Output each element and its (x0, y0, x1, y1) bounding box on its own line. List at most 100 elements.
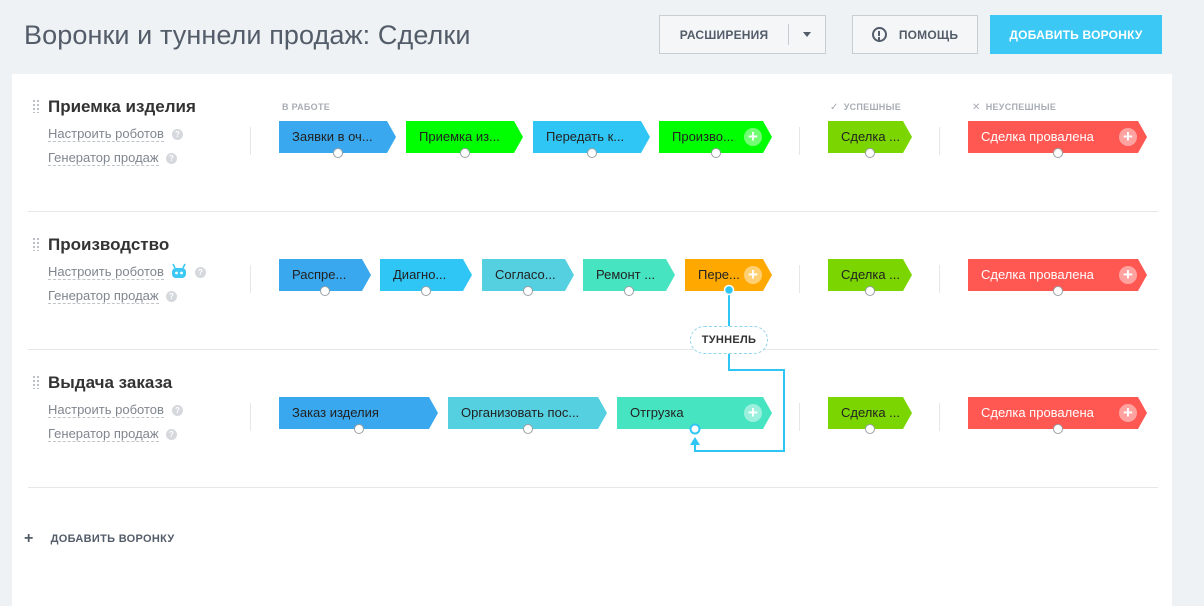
help-icon[interactable]: ? (166, 291, 177, 302)
funnel-row: Производство Настроить роботов ? Генерат… (12, 212, 1172, 350)
funnel-row: Выдача заказа Настроить роботов ? Генера… (12, 350, 1172, 488)
configure-robots-link[interactable]: Настроить роботов (48, 402, 164, 418)
help-icon[interactable]: ? (166, 429, 177, 440)
stage-label: Организовать пос... (461, 405, 580, 420)
column-header-fail: ✕ неуспешные (972, 102, 1056, 113)
add-stage-icon[interactable]: + (1119, 128, 1137, 146)
add-stage-icon[interactable]: + (744, 128, 762, 146)
stage-label: Диагно... (393, 267, 447, 282)
stage-label: Приемка из... (419, 129, 500, 144)
stage-chip[interactable]: Пере... + (685, 259, 772, 291)
separator (250, 127, 251, 155)
sales-generator-link[interactable]: Генератор продаж (48, 150, 159, 166)
stage-chip[interactable]: Произво... + (659, 121, 772, 158)
connector-dot[interactable] (1052, 286, 1063, 296)
connector-dot[interactable] (320, 286, 330, 296)
success-stage-chip[interactable]: Сделка ... (828, 121, 912, 158)
connector-dot[interactable] (865, 424, 875, 434)
stage-chip[interactable]: Согласо... (482, 259, 574, 296)
stage-label: Передать к... (546, 129, 625, 144)
plus-icon: + (24, 530, 34, 547)
funnel-name: Выдача заказа (48, 373, 173, 392)
help-button[interactable]: Помощь (852, 15, 978, 54)
funnel-row: Приемка изделия Настроить роботов ? Гене… (12, 74, 1172, 212)
tunnel-label[interactable]: туннель (690, 326, 768, 354)
check-icon: ✓ (830, 102, 839, 113)
connector-dot[interactable] (1052, 424, 1063, 434)
stage-chip[interactable]: Организовать пос... (448, 397, 607, 434)
connector-dot[interactable] (421, 286, 431, 296)
separator (939, 127, 940, 155)
connector-dot[interactable] (865, 286, 875, 296)
separator (799, 265, 800, 293)
stage-label: Сделка ... (841, 129, 901, 144)
robot-icon (172, 263, 186, 278)
separator (250, 403, 251, 431)
stage-label: Произво... (672, 129, 734, 144)
funnel-name: Приемка изделия (48, 97, 196, 116)
add-funnel-button[interactable]: Добавить воронку (990, 15, 1162, 54)
connector-dot[interactable] (624, 286, 634, 296)
stage-chip[interactable]: Приемка из... (406, 121, 523, 158)
fail-stage-chip[interactable]: Сделка провалена + (968, 397, 1147, 434)
drag-handle-icon[interactable] (32, 375, 40, 389)
add-stage-icon[interactable]: + (744, 266, 762, 284)
success-stage-chip[interactable]: Сделка ... (828, 397, 912, 434)
stage-label: Заказ изделия (292, 405, 379, 420)
row-divider (28, 487, 1158, 488)
separator (799, 127, 800, 155)
stage-label: Пере... (698, 267, 740, 282)
extensions-label: Расширения (679, 27, 769, 42)
column-header-fail-label: неуспешные (985, 102, 1057, 112)
help-icon[interactable]: ? (195, 267, 206, 278)
connector-dot[interactable] (459, 148, 470, 158)
connector-dot[interactable] (332, 148, 343, 158)
help-icon[interactable]: ? (166, 153, 177, 164)
extensions-button[interactable]: Расширения (659, 15, 826, 54)
drag-handle-icon[interactable] (32, 237, 40, 251)
configure-robots-link[interactable]: Настроить роботов (48, 126, 164, 142)
extensions-dropdown-toggle[interactable] (789, 32, 825, 37)
stage-chip[interactable]: Заказ изделия (279, 397, 438, 434)
stage-chip[interactable]: Распре... (279, 259, 371, 296)
stage-label: Сделка ... (841, 267, 901, 282)
connector-dot[interactable] (523, 286, 533, 296)
sales-generator-link[interactable]: Генератор продаж (48, 288, 159, 304)
help-label: Помощь (898, 27, 959, 42)
connector-dot[interactable] (522, 424, 533, 434)
stage-chip[interactable]: Ремонт ... (583, 259, 675, 296)
fail-stage-chip[interactable]: Сделка провалена + (968, 121, 1147, 158)
add-stage-icon[interactable]: + (1119, 266, 1137, 284)
add-stage-icon[interactable]: + (1119, 404, 1137, 422)
chevron-down-icon (803, 32, 811, 37)
stage-chip[interactable]: Заявки в оч... (279, 121, 396, 158)
separator (939, 403, 940, 431)
funnels-panel: Приемка изделия Настроить роботов ? Гене… (12, 74, 1172, 606)
configure-robots-link[interactable]: Настроить роботов (48, 264, 164, 280)
stage-chip[interactable]: Отгрузка + (617, 397, 772, 429)
connector-dot[interactable] (353, 424, 364, 434)
stage-chip[interactable]: Передать к... (533, 121, 650, 158)
help-icon[interactable]: ? (172, 129, 183, 140)
cross-icon: ✕ (972, 102, 981, 113)
connector-dot[interactable] (710, 148, 721, 158)
help-icon[interactable]: ? (172, 405, 183, 416)
column-header-success-label: успешные (843, 102, 902, 112)
add-stage-icon[interactable]: + (744, 404, 762, 422)
stage-label: Ремонт ... (596, 267, 656, 282)
separator (939, 265, 940, 293)
drag-handle-icon[interactable] (32, 99, 40, 113)
connector-dot[interactable] (586, 148, 597, 158)
success-stage-chip[interactable]: Сделка ... (828, 259, 912, 296)
stage-label: Отгрузка (630, 405, 684, 420)
connector-dot[interactable] (1052, 148, 1063, 158)
add-funnel-link-label: Добавить воронку (50, 533, 175, 545)
stage-chip[interactable]: Диагно... (380, 259, 472, 296)
fail-stage-chip[interactable]: Сделка провалена + (968, 259, 1147, 296)
sales-generator-link[interactable]: Генератор продаж (48, 426, 159, 442)
stage-label: Распре... (292, 267, 347, 282)
connector-dot[interactable] (865, 148, 875, 158)
add-funnel-link[interactable]: + Добавить воронку (24, 530, 175, 548)
stage-label: Заявки в оч... (292, 129, 373, 144)
column-header-in-work: в работе (282, 102, 331, 112)
